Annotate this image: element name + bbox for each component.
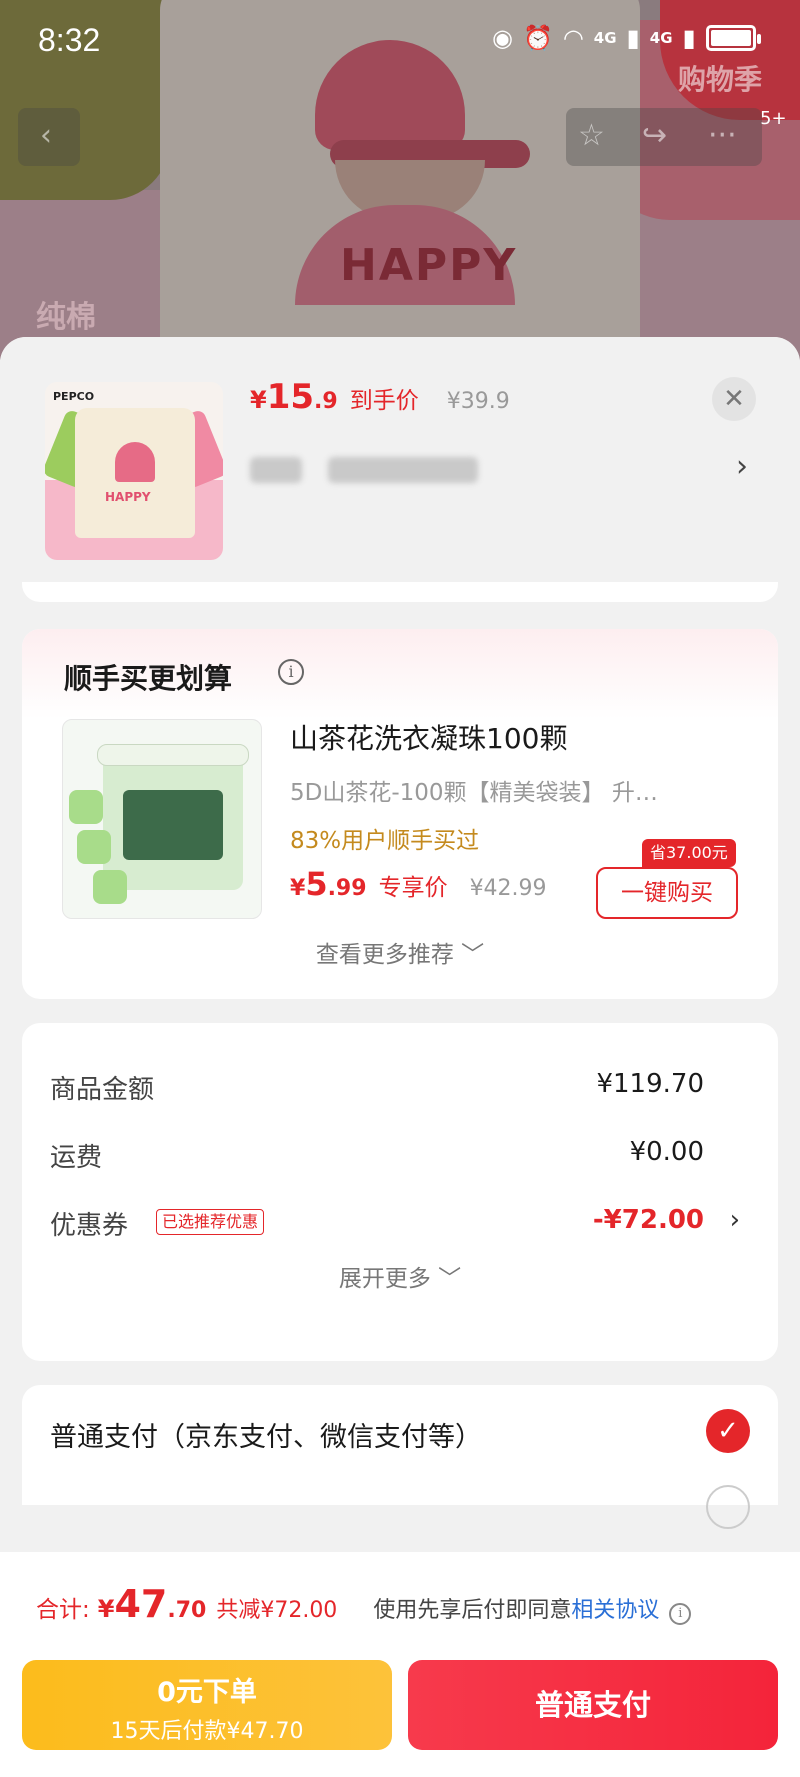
thumbnail-text: HAPPY	[105, 490, 151, 504]
agreement-text: 使用先享后付即同意	[373, 1598, 572, 1623]
backdrop-tag: 纯棉	[36, 300, 96, 335]
final-price: ¥15.9	[250, 377, 338, 417]
info-icon[interactable]: i	[669, 1603, 692, 1625]
payment-method-card: 普通支付（京东支付、微信支付等） ✓	[22, 1385, 778, 1529]
summary-row-shipping: 运费 ¥0.00	[50, 1137, 750, 1177]
pay-later-subtitle: 15天后付款¥47.70	[110, 1719, 304, 1744]
pay-later-button[interactable]: 0元下单 15天后付款¥47.70	[22, 1660, 392, 1750]
coupon-value: -¥72.00	[592, 1205, 704, 1235]
more-icon[interactable]: ···	[708, 118, 737, 153]
back-icon: ‹	[40, 118, 52, 153]
coupon-badge: 已选推荐优惠	[156, 1209, 265, 1235]
recommend-price-label: 专享价	[378, 875, 448, 901]
recommend-item-image[interactable]	[62, 719, 262, 919]
order-summary-card: 商品金额 ¥119.70 运费 ¥0.00 优惠券 已选推荐优惠 -¥72.00…	[22, 1023, 778, 1361]
check-icon[interactable]: ✓	[706, 1409, 750, 1453]
radio-unselected[interactable]	[706, 1485, 750, 1529]
recommend-price-row: ¥5.99 专享价 ¥42.99	[290, 865, 547, 903]
pay-later-title: 0元下单	[157, 1677, 257, 1708]
original-price: ¥39.9	[446, 389, 510, 414]
status-icons: ◉ ⏰ ◠ 4G ▮ 4G ▮	[492, 24, 761, 52]
total-price: ¥47.70	[97, 1582, 207, 1626]
summary-value: ¥119.70	[596, 1069, 704, 1099]
status-bar: 8:32 ◉ ⏰ ◠ 4G ▮ 4G ▮	[0, 0, 800, 80]
signal-icon: ▮	[626, 24, 640, 52]
signal-icon-2: ▮	[682, 24, 696, 52]
summary-row-goods: 商品金额 ¥119.70	[50, 1069, 750, 1109]
agreement-link[interactable]: 相关协议	[571, 1592, 659, 1624]
summary-label: 优惠券	[50, 1211, 129, 1241]
recommend-original-price: ¥42.99	[469, 876, 547, 901]
star-icon[interactable]: ☆	[578, 118, 605, 153]
recommend-social-proof: 83%用户顺手买过	[290, 828, 480, 854]
status-time: 8:32	[38, 22, 101, 58]
close-button[interactable]: ✕	[712, 377, 756, 421]
summary-row-coupon[interactable]: 优惠券 已选推荐优惠 -¥72.00 ›	[50, 1205, 750, 1245]
recommend-card: 顺手买更划算 i 山茶花洗衣凝珠100颗 5D山茶花-100颗【精美袋装】 升……	[22, 629, 778, 999]
save-badge: 省37.00元	[642, 839, 736, 867]
recommend-title: 顺手买更划算	[64, 662, 233, 695]
price-row: ¥15.9 到手价 ¥39.9	[250, 377, 510, 417]
product-header: PEPCO HAPPY ¥15.9 到手价 ¥39.9 ✕ ›	[0, 337, 800, 592]
payment-option-label[interactable]: 普通支付（京东支付、微信支付等）	[50, 1415, 482, 1454]
selected-spec-redacted[interactable]	[250, 457, 478, 483]
eye-icon: ◉	[492, 24, 513, 52]
alarm-icon: ⏰	[522, 24, 553, 52]
recommend-item-spec[interactable]: 5D山茶花-100颗【精美袋装】 升…	[290, 773, 740, 807]
back-button[interactable]: ‹	[18, 108, 80, 166]
recommend-item-name[interactable]: 山茶花洗衣凝珠100颗	[290, 717, 567, 757]
chevron-right-icon[interactable]: ›	[736, 449, 748, 484]
battery-icon	[705, 25, 761, 51]
total-reduce: 共减¥72.00	[216, 1598, 338, 1623]
signal-label-2: 4G	[649, 29, 673, 47]
recommend-price: ¥5.99	[290, 865, 367, 903]
share-icon[interactable]: ↪	[642, 118, 667, 153]
card-edge	[22, 582, 778, 602]
final-price-label: 到手价	[349, 388, 419, 414]
backdrop-shirt-text: HAPPY	[340, 240, 518, 291]
info-icon[interactable]: i	[278, 659, 304, 685]
total-row: 合计: ¥47.70 共减¥72.00 使用先享后付即同意 相关协议 i	[36, 1582, 692, 1626]
promo-count: 5+	[760, 108, 787, 129]
product-thumbnail[interactable]: PEPCO HAPPY	[45, 382, 223, 560]
summary-label: 运费	[50, 1143, 103, 1173]
thumbnail-brand: PEPCO	[53, 390, 95, 403]
one-click-buy-button[interactable]: 一键购买	[596, 867, 738, 919]
summary-value: ¥0.00	[629, 1137, 704, 1167]
more-recommendations-link[interactable]: 查看更多推荐 ﹀	[22, 935, 778, 969]
close-icon: ✕	[723, 384, 745, 414]
wifi-icon: ◠	[562, 24, 584, 52]
chevron-right-icon[interactable]: ›	[730, 1205, 740, 1235]
checkout-bottom-bar: 合计: ¥47.70 共减¥72.00 使用先享后付即同意 相关协议 i 0元下…	[0, 1552, 800, 1777]
signal-label-1: 4G	[593, 29, 617, 47]
summary-label: 商品金额	[50, 1075, 155, 1105]
total-label: 合计:	[36, 1597, 90, 1623]
expand-more-link[interactable]: 展开更多 ﹀	[22, 1259, 778, 1293]
normal-pay-button[interactable]: 普通支付	[408, 1660, 778, 1750]
